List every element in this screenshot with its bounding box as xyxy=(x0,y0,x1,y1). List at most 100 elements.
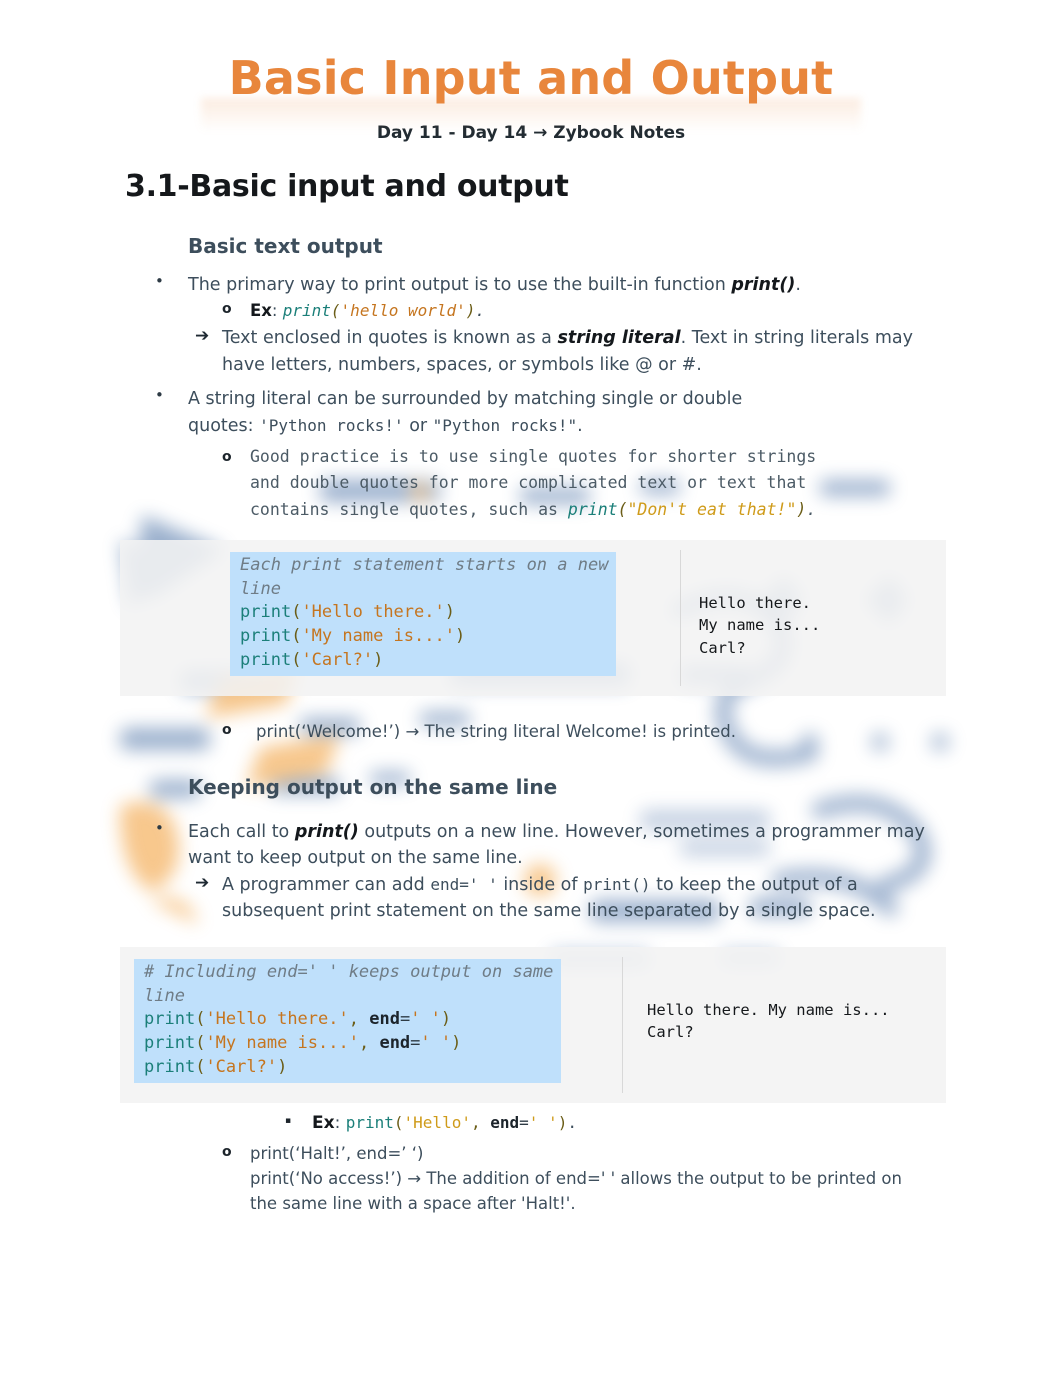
code-period: . xyxy=(475,301,486,321)
page-title: Basic Input and Output xyxy=(228,51,834,105)
right-arrow-icon: → xyxy=(407,1169,422,1189)
bullet-arrow-icon: ➔ xyxy=(195,872,210,893)
code-paren-open: ( xyxy=(393,1112,404,1132)
code-example-panel: # Including end=' ' keeps output on same… xyxy=(120,946,946,1103)
bullet-dot-icon: • xyxy=(155,271,164,290)
code-equals: = xyxy=(410,1033,421,1054)
code-comma: , xyxy=(470,1112,491,1132)
code-paren-open: ( xyxy=(195,1033,206,1054)
list-item: • A string literal can be surrounded by m… xyxy=(155,386,933,439)
b2sub-line2: and double quotes for more complicated t… xyxy=(250,473,807,493)
b2-line2-prefix: quotes: xyxy=(188,416,260,437)
s2arrow-t1: A programmer can add xyxy=(222,874,431,895)
code-keyword-end: end xyxy=(379,1033,411,1054)
bullet-o-icon: o xyxy=(222,448,232,465)
code-fn: print xyxy=(240,602,292,623)
b2-line1: A string literal can be surrounded by ma… xyxy=(188,389,743,410)
b1-bold-print: print() xyxy=(731,274,796,295)
bold-string-literal: string literal xyxy=(557,328,681,349)
code-comment-line1: Each print statement starts on a new xyxy=(240,554,609,575)
code-fn: print xyxy=(567,500,618,520)
code-string-space: ' ' xyxy=(420,1033,452,1054)
code-keyword-end: end xyxy=(369,1009,400,1030)
code-end-equals: end=' ' xyxy=(430,874,498,894)
arrow-text-before: Text enclosed in quotes is known as a xyxy=(222,328,558,349)
s2b1-text-before: Each call to xyxy=(188,821,295,842)
bullet-dot-icon: • xyxy=(155,818,164,837)
code-paren-close: ) xyxy=(796,500,807,520)
bullet-o-icon: o xyxy=(222,1144,232,1161)
halt-line1: print(‘Halt!’, end=’ ‘) xyxy=(250,1144,424,1164)
b1-text-before: The primary way to print output is to us… xyxy=(188,274,732,295)
code-equals: = xyxy=(399,1009,411,1030)
code-string-space: ' ' xyxy=(410,1009,441,1030)
code-equals: = xyxy=(519,1112,529,1132)
code-string-space: ' ' xyxy=(528,1112,558,1132)
code-python-rocks-single: 'Python rocks!' xyxy=(259,416,404,436)
code-editor-area: Each print statement starts on a new lin… xyxy=(120,540,680,696)
code-paren-open: ( xyxy=(330,301,341,321)
code-paren-open: ( xyxy=(617,500,628,520)
code-fn: print xyxy=(144,1033,196,1054)
code-snippet: # Including end=' ' keeps output on same… xyxy=(134,958,562,1083)
list-item: o print(‘Welcome!’) → The string literal … xyxy=(222,720,940,745)
bullet-o-icon: o xyxy=(222,301,232,318)
list-item: ▪ Ex: print('Hello', end=' '). xyxy=(285,1111,942,1137)
b1-text-after: . xyxy=(795,274,801,295)
title-block: Basic Input and Output Day 11 - Day 14 →… xyxy=(0,0,1062,143)
code-paren-open: ( xyxy=(291,626,302,647)
code-snippet: Each print statement starts on a new lin… xyxy=(230,551,617,676)
subheading-basic-text-output: Basic text output xyxy=(188,233,383,258)
b2-period: . xyxy=(577,416,583,437)
code-string: 'My name is...' xyxy=(301,626,455,647)
code-paren-close: ) xyxy=(440,1009,452,1030)
code-paren-close: ) xyxy=(444,602,455,623)
code-fn: print xyxy=(345,1112,394,1132)
ex-colon: : xyxy=(271,301,283,321)
code-fn: print xyxy=(144,1009,196,1030)
code-paren-close: ) xyxy=(373,649,384,670)
code-paren-close: ) xyxy=(557,1112,568,1132)
subheading-keeping-output-same-line: Keeping output on the same line xyxy=(188,774,558,799)
code-example-panel: Each print statement starts on a new lin… xyxy=(120,539,946,696)
list-item: o Good practice is to use single quotes f… xyxy=(222,444,940,524)
code-string: 'hello world' xyxy=(340,301,466,321)
code-comma: , xyxy=(348,1009,370,1030)
code-string: 'Carl?' xyxy=(205,1057,278,1078)
ex-colon: : xyxy=(334,1112,346,1133)
right-arrow-icon: → xyxy=(405,721,420,741)
code-fn: print xyxy=(282,301,331,321)
list-item: ➔ A programmer can add end=' ' inside of … xyxy=(195,872,937,925)
code-paren-open: ( xyxy=(291,602,302,623)
code-fn: print xyxy=(240,626,292,647)
code-string: 'Hello' xyxy=(403,1112,471,1132)
list-item: o print(‘Halt!’, end=’ ‘) print(‘No access… xyxy=(222,1142,910,1216)
bullet-dot-icon: • xyxy=(155,386,164,405)
s2arrow-t2: inside of xyxy=(497,874,584,895)
code-comment-line1: # Including end=' ' keeps output on same xyxy=(144,961,554,982)
code-fn: print xyxy=(240,649,292,670)
code-string: 'Hello there.' xyxy=(301,602,445,623)
section-heading: 3.1-Basic input and output xyxy=(125,168,569,204)
code-paren-close: ) xyxy=(454,626,466,647)
bullet-square-icon: ▪ xyxy=(285,1115,292,1126)
code-paren-close: ) xyxy=(451,1033,462,1054)
code-python-rocks-double: "Python rocks!" xyxy=(432,416,578,436)
b2-mid: or xyxy=(403,416,433,437)
b2sub-line3-prefix: contains single quotes, such as xyxy=(250,500,568,520)
code-keyword-end: end xyxy=(490,1112,520,1132)
code-string: 'Carl?' xyxy=(301,649,374,670)
code-paren-close: ) xyxy=(277,1057,288,1078)
code-string: 'Hello there.' xyxy=(205,1009,349,1030)
code-comma: , xyxy=(358,1033,380,1054)
code-period: . xyxy=(567,1112,577,1132)
list-item: • Each call to print() outputs on a new l… xyxy=(155,819,933,872)
code-string: "Don't eat that!" xyxy=(627,500,797,520)
list-item: o Ex: print('hello world'). xyxy=(222,299,940,324)
b2sub-line1: Good practice is to use single quotes fo… xyxy=(250,446,817,466)
code-fn: print xyxy=(144,1057,196,1078)
code-paren-open: ( xyxy=(195,1057,206,1078)
code-paren-open: ( xyxy=(195,1009,206,1030)
ex-label: Ex xyxy=(312,1112,335,1133)
code-print-call: print() xyxy=(583,874,651,894)
